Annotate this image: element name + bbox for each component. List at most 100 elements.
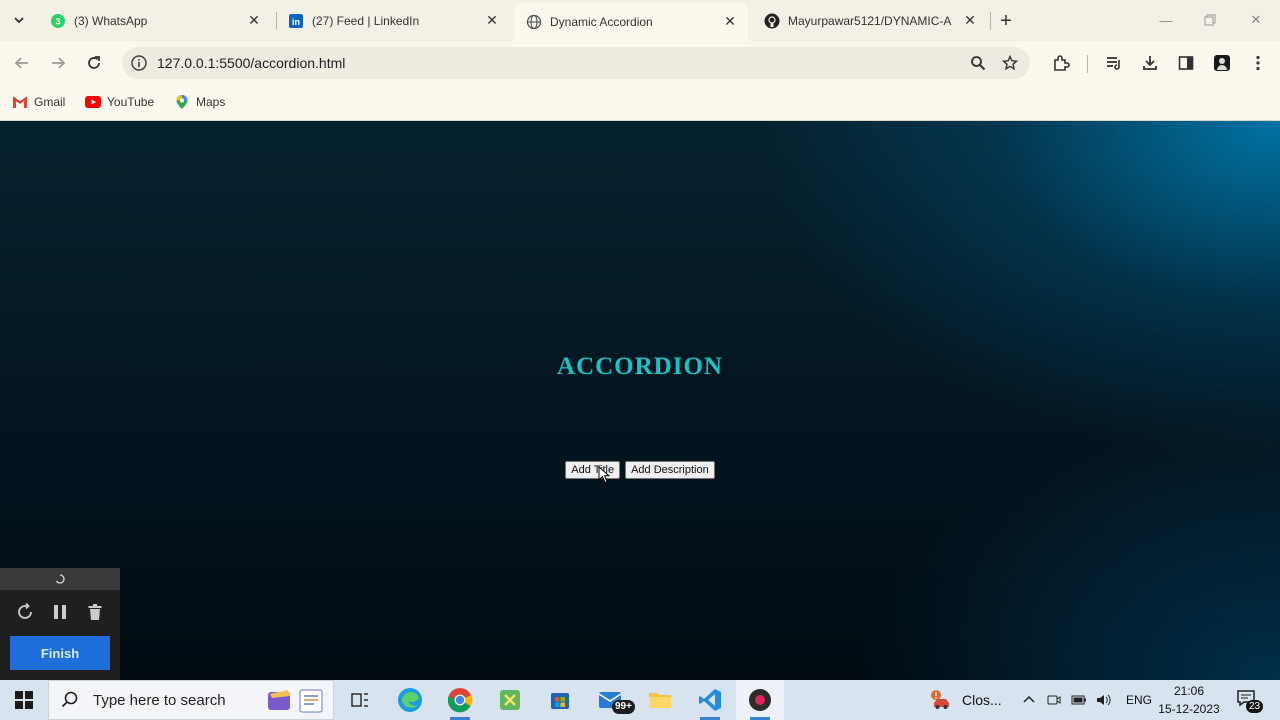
task-view-icon [351, 693, 368, 707]
notification-count-badge: 23 [1246, 700, 1264, 713]
add-title-button[interactable]: Add Title [565, 461, 621, 479]
url-text[interactable]: 127.0.0.1:5500/accordion.html [157, 55, 345, 71]
reload-icon [88, 56, 100, 69]
taskbar-vscode[interactable] [686, 680, 734, 720]
tab-whatsapp[interactable]: 3 (3) WhatsApp ✕ [38, 0, 272, 41]
accordion-controls: Add Title Add Description [0, 461, 1280, 479]
language-indicator[interactable]: ENG [1126, 693, 1152, 707]
profile-avatar[interactable] [1211, 52, 1233, 74]
restore-icon [1204, 14, 1216, 26]
restart-icon [18, 602, 32, 619]
taskbar-clock[interactable]: 21:06 15-12-2023 [1152, 682, 1226, 718]
finish-recording-button[interactable]: Finish [10, 636, 110, 670]
taskbar-search-box[interactable]: Type here to search [48, 680, 334, 720]
search-icon [61, 691, 78, 708]
whatsapp-icon: 3 [50, 13, 66, 29]
close-icon[interactable]: ✕ [720, 12, 740, 32]
close-icon[interactable]: ✕ [960, 11, 980, 31]
folder-icon [649, 693, 671, 708]
bookmarks-bar: Gmail YouTube Maps [0, 84, 1280, 121]
whatsapp-badge: 3 [55, 16, 60, 26]
taskbar-chrome[interactable] [436, 680, 484, 720]
start-button[interactable] [0, 680, 48, 720]
tab-linkedin[interactable]: in (27) Feed | LinkedIn ✕ [276, 0, 510, 41]
side-panel-icon[interactable] [1175, 52, 1197, 74]
mouse-cursor-icon [598, 466, 610, 484]
tab-github[interactable]: Mayurpawar5121/DYNAMIC-A ✕ [752, 0, 988, 41]
back-button[interactable] [9, 50, 35, 76]
recorder-status [0, 568, 120, 590]
add-description-button[interactable]: Add Description [625, 461, 715, 479]
trash-icon [88, 604, 102, 620]
record-icon [749, 689, 771, 711]
tab-search-button[interactable] [7, 8, 31, 32]
browser-toolbar: 127.0.0.1:5500/accordion.html [0, 41, 1280, 84]
store-icon [551, 693, 569, 709]
address-bar[interactable]: 127.0.0.1:5500/accordion.html [122, 47, 1030, 79]
page-title: ACCORDION [557, 353, 723, 380]
chrome-icon [447, 688, 473, 713]
info-icon[interactable] [130, 54, 148, 72]
search-highlight-icon [267, 689, 323, 713]
bookmark-label: Gmail [34, 95, 66, 109]
taskbar-recorder[interactable] [736, 680, 784, 720]
minimize-button[interactable]: — [1152, 8, 1180, 32]
close-window-button[interactable]: ✕ [1242, 8, 1270, 32]
task-view-button[interactable] [336, 680, 384, 720]
arrow-right-icon [52, 57, 66, 69]
snipping-tool-icon [500, 690, 520, 710]
tray-app-label: Clos... [962, 692, 1002, 708]
youtube-icon [85, 94, 101, 110]
plus-icon: + [1000, 9, 1012, 32]
restart-recording-button[interactable] [14, 601, 36, 623]
bookmark-maps[interactable]: Maps [174, 92, 225, 112]
windows-logo-icon [15, 691, 33, 709]
clock-time: 21:06 [1173, 684, 1205, 698]
chevron-up-icon[interactable] [1022, 693, 1036, 707]
bookmark-gmail[interactable]: Gmail [12, 92, 65, 112]
download-icon[interactable] [1139, 52, 1161, 74]
page-viewport: ACCORDION Add Title Add Description [0, 121, 1280, 680]
taskbar-file-explorer[interactable] [636, 680, 684, 720]
system-tray: ENG [1022, 680, 1152, 720]
linkedin-icon: in [288, 13, 304, 29]
tab-dynamic-accordion[interactable]: Dynamic Accordion ✕ [514, 2, 748, 41]
forward-button[interactable] [45, 50, 71, 76]
github-icon [764, 13, 780, 29]
close-icon[interactable]: ✕ [482, 11, 502, 31]
star-icon[interactable] [1000, 53, 1020, 73]
taskbar-store[interactable] [536, 680, 584, 720]
notification-center-button[interactable]: 23 [1236, 688, 1264, 713]
media-control-icon[interactable] [1103, 52, 1125, 74]
pause-icon [54, 605, 66, 619]
restore-button[interactable] [1196, 8, 1224, 32]
delete-recording-button[interactable] [84, 601, 106, 623]
taskbar-edge[interactable] [386, 680, 434, 720]
taskbar-notification-app[interactable]: Clos... [930, 680, 1002, 720]
bookmark-label: YouTube [107, 95, 155, 109]
battery-icon[interactable] [1071, 694, 1087, 706]
globe-icon [526, 14, 542, 30]
tab-divider [990, 12, 991, 30]
volume-icon[interactable] [1096, 693, 1112, 707]
maps-icon [174, 94, 190, 110]
pause-recording-button[interactable] [49, 601, 71, 623]
more-menu-icon[interactable] [1247, 52, 1269, 74]
taskbar-search-placeholder: Type here to search [93, 691, 226, 709]
close-icon[interactable]: ✕ [244, 11, 264, 31]
extensions-icon[interactable] [1050, 52, 1072, 74]
loading-spinner-icon [55, 574, 65, 584]
tab-title: Dynamic Accordion [550, 14, 653, 29]
taskbar-snip-app[interactable] [486, 680, 534, 720]
svg-text:in: in [292, 17, 300, 27]
bookmark-youtube[interactable]: YouTube [85, 92, 154, 112]
close-icon: ✕ [1250, 12, 1262, 27]
taskbar-mail[interactable]: 99+ [586, 680, 635, 720]
reload-button[interactable] [81, 50, 107, 76]
tab-title: Mayurpawar5121/DYNAMIC-A [788, 13, 952, 28]
zoom-icon[interactable] [968, 53, 988, 73]
tab-title: (27) Feed | LinkedIn [312, 13, 420, 28]
new-tab-button[interactable]: + [994, 9, 1018, 33]
meet-now-icon[interactable] [1047, 693, 1061, 707]
mail-badge: 99+ [612, 700, 635, 714]
